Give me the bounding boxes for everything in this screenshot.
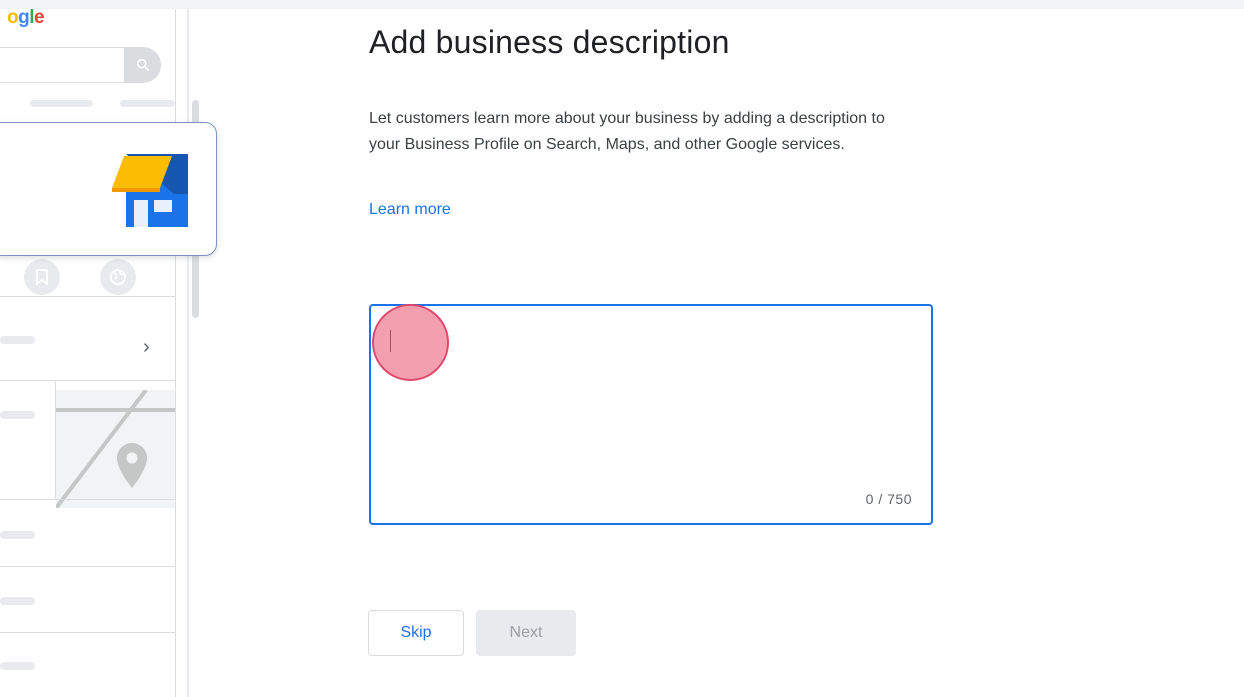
preview-placeholder-line <box>0 662 35 670</box>
preview-divider <box>0 499 175 500</box>
business-description-field[interactable]: 0 / 750 <box>369 304 933 525</box>
top-band <box>0 0 1244 9</box>
preview-border <box>175 9 176 697</box>
learn-more-link[interactable]: Learn more <box>369 201 451 219</box>
preview-divider <box>0 380 175 381</box>
preview-placeholder-line <box>0 531 35 539</box>
preview-map <box>56 390 175 508</box>
google-logo: ogle <box>7 9 45 28</box>
map-pin-icon <box>117 443 147 488</box>
text-cursor <box>390 330 391 352</box>
storefront-icon <box>112 154 189 232</box>
preview-placeholder-line <box>30 100 93 107</box>
preview-placeholder-line <box>0 597 35 605</box>
globe-icon <box>100 259 136 295</box>
business-description-textarea[interactable] <box>381 318 921 488</box>
character-counter: 0 / 750 <box>865 491 912 507</box>
preview-divider <box>0 296 175 297</box>
next-button[interactable]: Next <box>476 610 576 656</box>
chevron-right-icon: › <box>143 336 150 358</box>
skip-button[interactable]: Skip <box>368 610 464 656</box>
search-icon <box>124 48 161 82</box>
preview-border <box>187 9 189 697</box>
profile-preview-panel: ogle › <box>0 9 175 697</box>
preview-divider <box>0 566 175 567</box>
preview-placeholder-line <box>120 100 175 107</box>
preview-placeholder-line <box>0 411 35 419</box>
preview-placeholder-line <box>0 336 35 344</box>
preview-divider <box>0 632 175 633</box>
page-description: Let customers learn more about your busi… <box>369 110 885 153</box>
page-title: Add business description <box>369 24 730 60</box>
bookmark-icon <box>24 259 60 295</box>
